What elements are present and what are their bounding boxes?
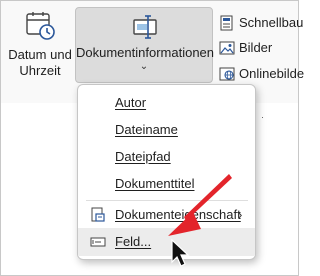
- datum-label-line2: Uhrzeit: [19, 63, 61, 78]
- calendar-clock-icon: [26, 12, 55, 40]
- dokumentinformationen-button[interactable]: Dokumentinformationen ⌄: [75, 7, 215, 83]
- menu-item-dateiname[interactable]: Dateiname: [78, 116, 255, 144]
- chevron-right-icon: ›: [238, 207, 243, 222]
- onlinebilder-label: Onlinebilde: [239, 66, 305, 81]
- menu-item-dokumenttitel[interactable]: Dokumenttitel: [78, 170, 255, 198]
- chevron-down-icon: ⌄: [139, 61, 149, 72]
- bilder-button[interactable]: Bilder: [219, 38, 309, 58]
- menu-item-label: Dokumenteigenschaft: [115, 207, 241, 222]
- menu-item-label: Dokumenttitel: [115, 176, 195, 191]
- menu-item-dateipfad[interactable]: Dateipfad: [78, 143, 255, 171]
- bilder-label: Bilder: [239, 40, 273, 55]
- online-picture-icon: [219, 67, 235, 81]
- menu-item-dokumenteigenschaft[interactable]: Dokumenteigenschaft ›: [78, 201, 255, 229]
- schnellbausteine-button[interactable]: Schnellbau: [219, 13, 309, 33]
- dokumentinformationen-menu: Autor Dateiname Dateipfad Dokumenttitel …: [77, 84, 256, 260]
- field-icon: [90, 237, 106, 247]
- quick-parts-icon: [220, 15, 233, 31]
- menu-item-autor[interactable]: Autor: [78, 89, 255, 117]
- menu-item-feld[interactable]: Feld...: [78, 228, 255, 256]
- dokumentinformationen-label: Dokumentinformationen: [76, 45, 215, 60]
- menu-item-label: Dateiname: [115, 122, 178, 137]
- menu-item-label: Autor: [115, 95, 147, 110]
- picture-icon: [219, 41, 235, 55]
- onlinebilder-button[interactable]: Onlinebilde: [219, 64, 309, 84]
- datum-uhrzeit-button[interactable]: Datum und Uhrzeit: [5, 9, 75, 83]
- document-property-icon: [91, 207, 105, 222]
- menu-item-label: Feld...: [115, 234, 152, 249]
- menu-item-label: Dateipfad: [115, 149, 171, 164]
- schnellbausteine-label: Schnellbau: [239, 15, 304, 30]
- document-info-icon: [133, 15, 157, 39]
- datum-label-line1: Datum und: [8, 47, 72, 62]
